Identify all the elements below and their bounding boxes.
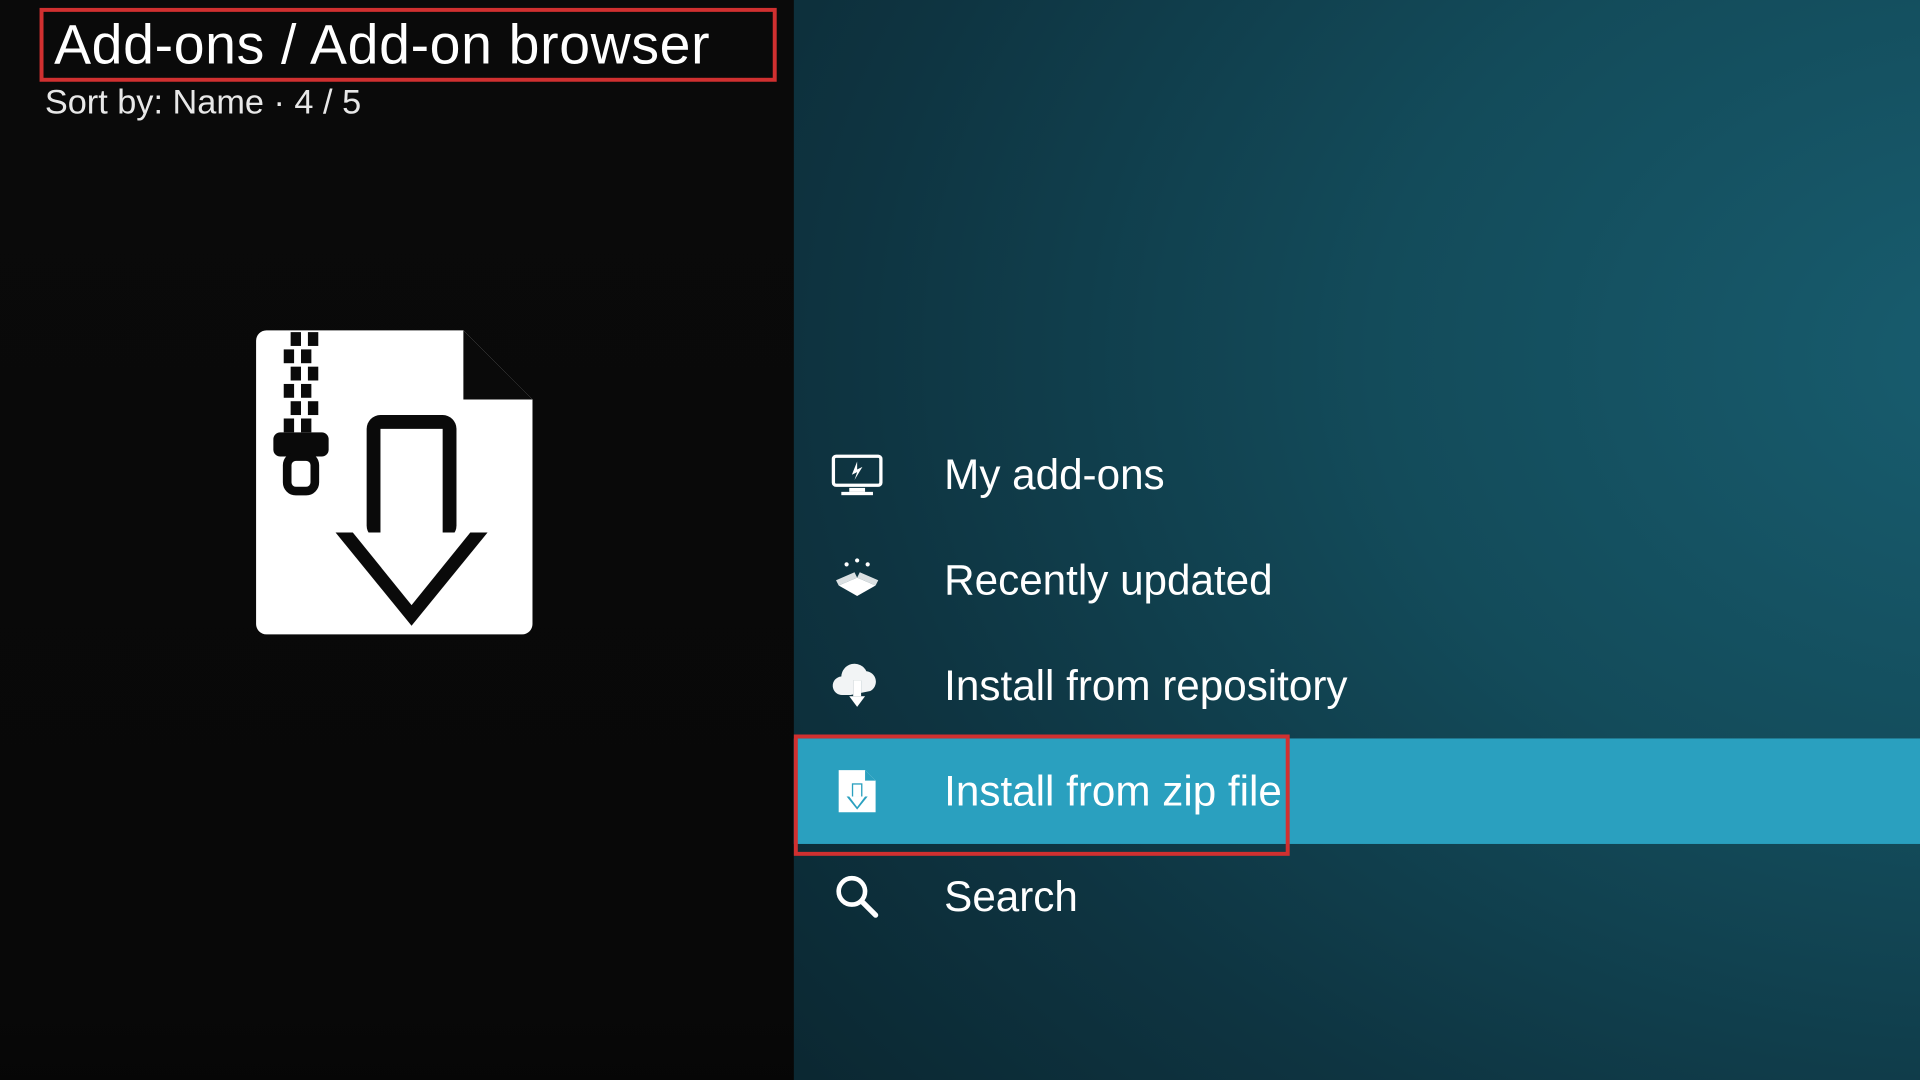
- list-item-label: Recently updated: [944, 556, 1272, 605]
- sort-line: Sort by: Name · 4 / 5: [45, 82, 361, 123]
- list-item-install-from-zip[interactable]: Install from zip file: [794, 738, 1920, 843]
- main-list: My add-ons Recently updated Install from…: [794, 422, 1920, 949]
- list-item-label: Install from repository: [944, 661, 1347, 710]
- list-item-label: My add-ons: [944, 450, 1164, 499]
- sidebar: Add-ons / Add-on browser Sort by: Name ·…: [0, 0, 794, 1080]
- list-item-search[interactable]: Search: [794, 844, 1920, 949]
- zip-file-icon: [222, 322, 567, 667]
- monitor-icon: [828, 446, 886, 504]
- breadcrumb: Add-ons / Add-on browser: [44, 12, 773, 78]
- open-box-icon: [828, 551, 886, 609]
- list-item-recently-updated[interactable]: Recently updated: [794, 527, 1920, 632]
- list-item-label: Search: [944, 872, 1078, 921]
- search-icon: [828, 868, 886, 926]
- cloud-download-icon: [828, 657, 886, 715]
- zip-download-icon: [828, 762, 886, 820]
- list-item-my-addons[interactable]: My add-ons: [794, 422, 1920, 527]
- window: Add-ons / Add-on browser Sort by: Name ·…: [0, 0, 1920, 1080]
- list-item-install-from-repository[interactable]: Install from repository: [794, 633, 1920, 738]
- breadcrumb-highlight-box: Add-ons / Add-on browser: [40, 8, 777, 82]
- list-item-label: Install from zip file: [944, 767, 1282, 816]
